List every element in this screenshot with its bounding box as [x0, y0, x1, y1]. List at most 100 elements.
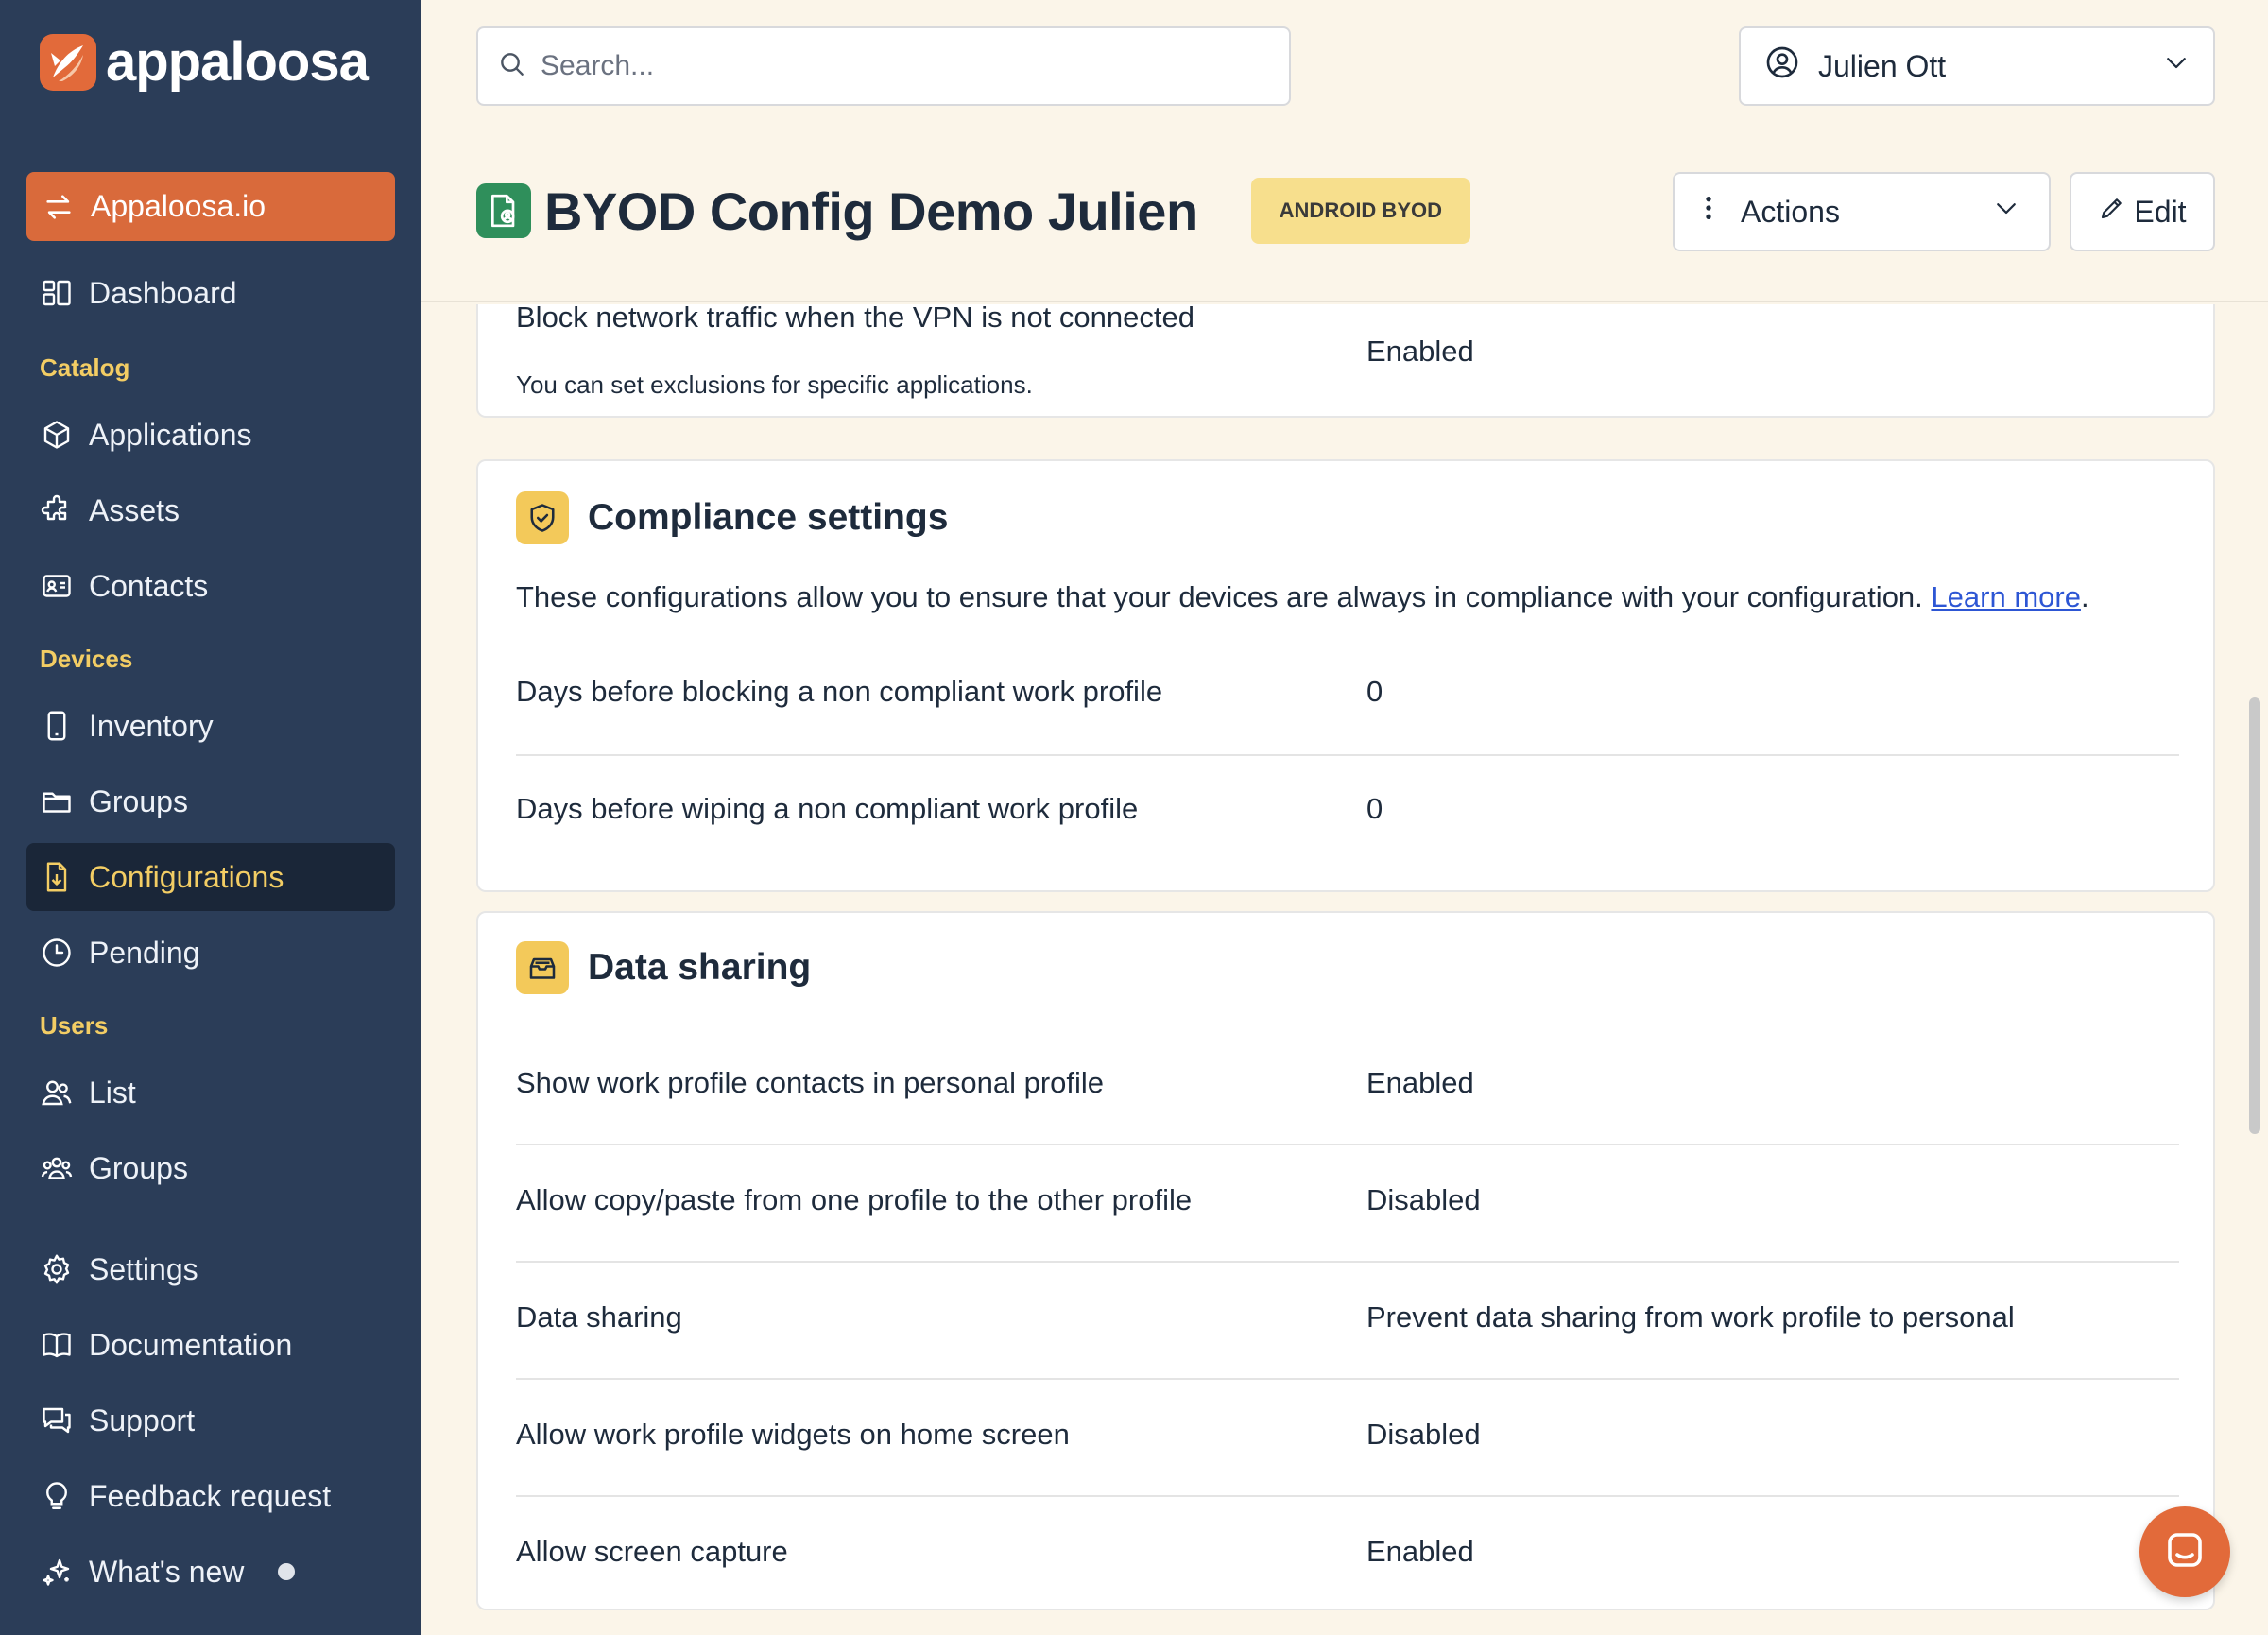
learn-more-link[interactable]: Learn more [1931, 580, 2081, 613]
compliance-description-text: These configurations allow you to ensure… [516, 580, 1923, 613]
sidebar-item-dashboard[interactable]: Dashboard [26, 259, 395, 327]
search-input[interactable] [541, 50, 1259, 82]
vpn-card: Block network traffic when the VPN is no… [476, 304, 2215, 418]
lightbulb-icon [38, 1477, 76, 1515]
page-header: Julien Ott BYOD Config Demo Julien ANDRO… [421, 0, 2268, 302]
compliance-header: Compliance settings [516, 491, 948, 544]
data-sharing-card: Data sharing Show work profile contacts … [476, 911, 2215, 1610]
row-divider [516, 1495, 2179, 1497]
platform-badge: ANDROID BYOD [1250, 178, 1470, 244]
data-sharing-row-value: Enabled [1366, 1066, 1474, 1099]
file-download-icon [38, 858, 76, 896]
sidebar-item-label: Configurations [89, 859, 284, 894]
sparkles-icon [38, 1553, 76, 1591]
scrollbar[interactable] [2249, 697, 2260, 1134]
compliance-row-label: Days before wiping a non compliant work … [516, 792, 1139, 825]
sidebar-item-label: What's new [89, 1554, 245, 1589]
config-file-icon [476, 183, 531, 238]
sidebar: appaloosa Appaloosa.io Dashboard Catalog… [0, 0, 421, 1635]
sidebar-item-label: Inventory [89, 708, 214, 743]
data-sharing-row-value: Disabled [1366, 1183, 1481, 1216]
clock-icon [38, 934, 76, 972]
data-sharing-row-label: Allow screen capture [516, 1535, 788, 1568]
sidebar-item-label: Support [89, 1403, 196, 1437]
compliance-row-value: 0 [1366, 675, 1383, 708]
compliance-row-label: Days before blocking a non compliant wor… [516, 675, 1163, 708]
vpn-block-value: Enabled [1366, 335, 1474, 368]
logo[interactable]: appaloosa [40, 34, 369, 91]
sidebar-item-configurations[interactable]: Configurations [26, 843, 395, 911]
data-sharing-row-value: Prevent data sharing from work profile t… [1366, 1300, 2015, 1334]
sidebar-item-pending[interactable]: Pending [26, 919, 395, 987]
section-catalog: Catalog [40, 353, 130, 382]
sidebar-item-label: List [89, 1075, 136, 1110]
sidebar-item-contacts[interactable]: Contacts [26, 552, 395, 620]
row-divider [516, 754, 2179, 756]
cube-icon [38, 416, 76, 454]
sidebar-item-whats-new[interactable]: What's new [26, 1538, 395, 1606]
sidebar-item-user-groups[interactable]: Groups [26, 1134, 395, 1202]
sidebar-item-support[interactable]: Support [26, 1386, 395, 1454]
sidebar-item-device-groups[interactable]: Groups [26, 767, 395, 835]
compliance-row-value: 0 [1366, 792, 1383, 825]
data-sharing-row-label: Allow copy/paste from one profile to the… [516, 1183, 1193, 1216]
actions-label: Actions [1741, 194, 1840, 229]
sidebar-item-settings[interactable]: Settings [26, 1235, 395, 1303]
search-icon [497, 49, 527, 84]
sidebar-item-label: Pending [89, 935, 200, 970]
inbox-stack-icon [516, 941, 569, 994]
sidebar-item-applications[interactable]: Applications [26, 401, 395, 469]
data-sharing-row-value: Disabled [1366, 1418, 1481, 1451]
edit-button[interactable]: Edit [2070, 172, 2215, 251]
sidebar-item-label: Contacts [89, 568, 209, 603]
compliance-settings-card: Compliance settings These configurations… [476, 459, 2215, 892]
sidebar-item-label: Settings [89, 1251, 198, 1286]
chevron-down-icon [1992, 194, 2020, 230]
appaloosa-logo-icon [40, 34, 96, 91]
section-users: Users [40, 1011, 109, 1040]
sidebar-item-documentation[interactable]: Documentation [26, 1311, 395, 1379]
sidebar-item-label: Feedback request [89, 1478, 332, 1513]
data-sharing-row-value: Enabled [1366, 1535, 1474, 1568]
users-icon [38, 1074, 76, 1111]
book-icon [38, 1326, 76, 1364]
row-divider [516, 1144, 2179, 1145]
user-menu-dropdown[interactable]: Julien Ott [1739, 26, 2215, 106]
chat-icon [2162, 1527, 2208, 1577]
sidebar-item-users-list[interactable]: List [26, 1058, 395, 1127]
user-group-icon [38, 1149, 76, 1187]
row-divider [516, 1378, 2179, 1380]
data-sharing-header: Data sharing [516, 941, 811, 994]
sidebar-item-label: Assets [89, 492, 180, 527]
id-card-icon [38, 567, 76, 605]
section-devices: Devices [40, 645, 133, 673]
vpn-block-label: Block network traffic when the VPN is no… [516, 304, 1194, 334]
sidebar-item-feedback[interactable]: Feedback request [26, 1462, 395, 1530]
edit-label: Edit [2134, 194, 2187, 229]
chat-bubbles-icon [38, 1402, 76, 1439]
pencil-icon [2098, 194, 2126, 230]
gear-icon [38, 1250, 76, 1288]
data-sharing-row-label: Show work profile contacts in personal p… [516, 1066, 1105, 1099]
puzzle-icon [38, 491, 76, 529]
sidebar-item-label: Applications [89, 417, 252, 452]
dashboard-icon [38, 274, 76, 312]
logo-text: appaloosa [106, 31, 369, 93]
compliance-title: Compliance settings [588, 497, 949, 538]
compliance-description: These configurations allow you to ensure… [516, 580, 2089, 613]
user-name: Julien Ott [1818, 48, 1947, 83]
sidebar-item-label: Groups [89, 1150, 188, 1185]
sidebar-item-label: Groups [89, 783, 188, 818]
chevron-down-icon [2162, 48, 2191, 84]
sidebar-item-assets[interactable]: Assets [26, 476, 395, 544]
kebab-menu-icon [1703, 193, 1714, 231]
actions-dropdown-button[interactable]: Actions [1673, 172, 2051, 251]
vpn-exclusions-note: You can set exclusions for specific appl… [516, 370, 1033, 399]
org-switch-button[interactable]: Appaloosa.io [26, 172, 395, 241]
sidebar-item-label: Documentation [89, 1327, 293, 1362]
switch-arrows-icon [40, 188, 77, 226]
sidebar-item-inventory[interactable]: Inventory [26, 692, 395, 760]
new-indicator-dot [278, 1563, 296, 1580]
chat-launcher-button[interactable] [2139, 1506, 2230, 1597]
search-box[interactable] [476, 26, 1291, 106]
